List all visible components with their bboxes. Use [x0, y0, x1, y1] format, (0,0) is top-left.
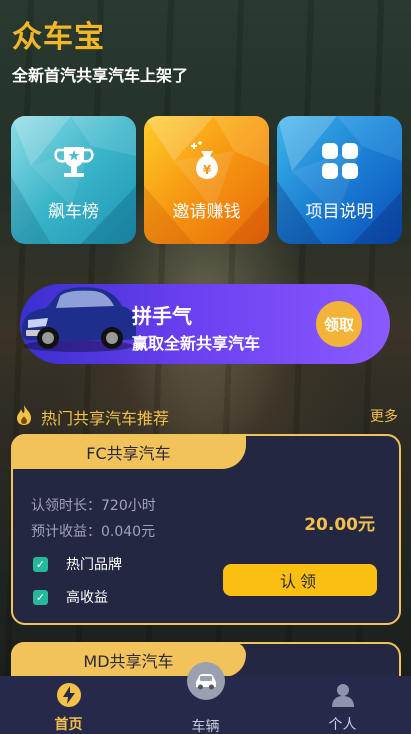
brand-title: 众车宝 — [12, 20, 105, 55]
car-icon — [22, 287, 136, 352]
feature-label: 高收益 — [66, 590, 108, 606]
header: 众车宝 全新首汽共享汽车上架了 — [12, 18, 188, 86]
car-icon — [186, 662, 225, 700]
claim-button[interactable]: 认领 — [223, 564, 377, 596]
feature-item: ✓ 高收益 — [33, 587, 108, 607]
lightning-icon — [56, 683, 81, 707]
tab-vehicles[interactable]: 车辆 — [137, 662, 274, 734]
tab-label: 首页 — [54, 717, 83, 733]
fire-icon — [17, 405, 31, 425]
check-icon: ✓ — [33, 556, 48, 572]
tile-label: 邀请赚钱 — [172, 202, 241, 222]
grid-icon — [321, 143, 358, 179]
section-header: 热门共享汽车推荐 更多 — [14, 403, 400, 428]
bottom-tab-bar: 首页 车辆 个人 — [0, 662, 411, 734]
user-icon — [331, 684, 354, 707]
claim-duration: 认领时长：720小时 — [31, 498, 156, 514]
feature-label: 热门品牌 — [66, 557, 122, 573]
more-link[interactable]: 更多 — [370, 406, 398, 426]
banner-title: 拼手气 — [132, 304, 192, 328]
svg-text:¥: ¥ — [202, 163, 211, 177]
tile-leaderboard[interactable]: 飙车榜 — [11, 116, 136, 244]
lucky-draw-banner[interactable]: 拼手气 赢取全新共享汽车 领取 — [20, 284, 390, 364]
estimated-earnings: 预计收益：0.040元 — [31, 524, 156, 540]
car-card-title: FC共享汽车 — [11, 434, 246, 469]
section-title: 热门共享汽车推荐 — [41, 409, 170, 428]
tile-invite[interactable]: ¥ 邀请赚钱 — [144, 116, 269, 244]
tab-profile[interactable]: 个人 — [274, 676, 411, 734]
feature-item: ✓ 热门品牌 — [33, 554, 122, 574]
banner-claim-button[interactable]: 领取 — [316, 301, 362, 347]
feature-tiles: 飙车榜 ¥ 邀请赚钱 项目说明 — [11, 116, 402, 244]
tab-home[interactable]: 首页 — [0, 676, 137, 734]
banner-subtitle: 赢取全新共享汽车 — [132, 334, 261, 353]
tagline: 全新首汽共享汽车上架了 — [12, 66, 189, 85]
tile-label: 飙车榜 — [48, 202, 99, 222]
check-icon: ✓ — [33, 589, 48, 605]
money-bag-icon: ¥ — [190, 141, 218, 179]
tab-label: 个人 — [328, 717, 357, 733]
tile-project-info[interactable]: 项目说明 — [277, 116, 402, 244]
tile-label: 项目说明 — [305, 202, 374, 222]
tab-label: 车辆 — [191, 719, 220, 734]
car-price: 20.00元 — [304, 515, 375, 535]
trophy-icon — [53, 147, 94, 177]
car-card: FC共享汽车 认领时长：720小时 预计收益：0.040元 20.00元 ✓ 热… — [11, 434, 401, 625]
